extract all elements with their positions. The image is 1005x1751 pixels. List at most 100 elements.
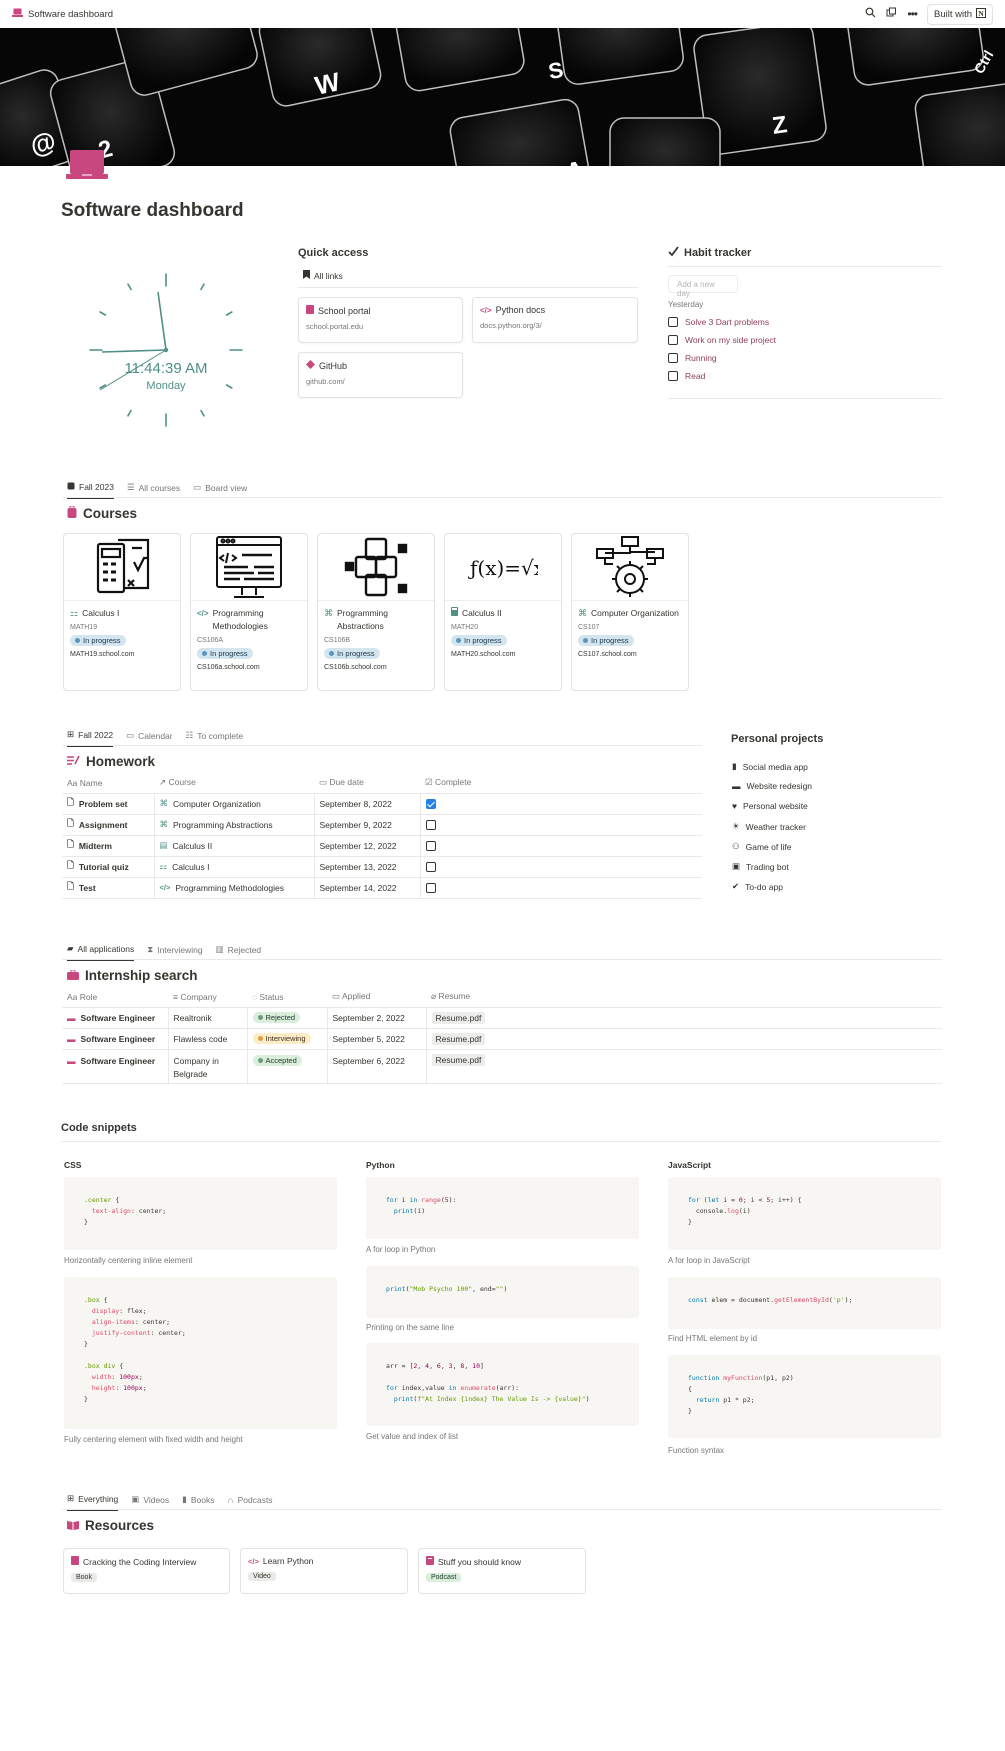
page-title[interactable]: Software dashboard [61,200,244,222]
tab-to-complete[interactable]: ☷ To complete [186,730,243,746]
homework-title[interactable]: Homework [67,754,155,769]
internship-title[interactable]: Internship search [67,968,198,983]
code-block-python-print[interactable]: print("Mob Psycho 100", end="") [366,1266,639,1318]
project-item[interactable]: ▬ Website redesign [732,781,812,791]
personal-projects-heading: Personal projects [731,733,824,745]
page-laptop-icon[interactable] [66,150,108,180]
all-links-tab[interactable]: All links [303,270,343,281]
col-name[interactable]: Aa Name [62,773,154,794]
code-block-js-getelement[interactable]: const elem = document.getElementById('p'… [668,1277,941,1329]
project-item[interactable]: ▣ Trading bot [732,861,789,872]
code-block-js-for[interactable]: for (let i = 0; i < 5; i++) { console.lo… [668,1177,941,1250]
tab-all-courses[interactable]: ☰ All courses [127,482,180,498]
course-link[interactable]: MATH20.school.com [445,646,561,658]
table-row[interactable]: 🗋 Test </> Programming Methodologies Septemb… [62,877,702,899]
company: Company in Belgrade [168,1049,248,1084]
code-block-css-center[interactable]: .center { text-align: center; } [64,1177,337,1250]
tab-videos[interactable]: ▣ Videos [131,1494,169,1510]
col-company[interactable]: ≡ Company [168,987,247,1008]
project-item[interactable]: ☀ Weather tracker [732,821,806,832]
resume-file[interactable]: Resume.pdf [431,1032,486,1045]
table-row[interactable]: 🗋 Assignment ⌘ Programming Abstractions Sept… [62,814,702,836]
link-card-school-portal[interactable]: School portal school.portal.edu [298,297,463,343]
link-card-python-docs[interactable]: </> Python docs docs.python.org/3/ [472,297,638,343]
hw-name: Problem set [78,798,128,809]
course-link[interactable]: MATH19.school.com [64,646,180,658]
top-bar: Software dashboard ••• Built with N [0,0,1005,28]
briefcase-icon [67,968,79,983]
course-link[interactable]: CS106a.school.com [191,659,307,671]
col-resume[interactable]: ⌀ Resume [426,987,942,1008]
code-block-python-enumerate[interactable]: arr = [2, 4, 6, 3, 8, 10] for index,valu… [366,1343,639,1426]
tab-interviewing[interactable]: ⧗ Interviewing [147,944,202,960]
link-card-github[interactable]: GitHub github.com/ [298,352,463,398]
table-row[interactable]: ▬ Software Engineer Realtronik Rejected Sept… [62,1007,942,1029]
resources-title[interactable]: Resources [67,1518,154,1533]
complete-checkbox[interactable] [425,861,436,872]
habit-item[interactable]: Running [668,353,717,363]
habit-checkbox[interactable] [668,371,678,381]
complete-checkbox[interactable] [425,798,436,809]
duplicate-icon[interactable] [886,7,897,21]
course-card[interactable]: </> Programming Methodologies CS106A In p… [190,533,308,691]
habit-checkbox[interactable] [668,317,678,327]
resource-card[interactable]: Stuff you should know Podcast [418,1548,586,1594]
col-complete[interactable]: ☑ Complete [420,773,702,794]
course-link[interactable]: CS106b.school.com [318,659,434,671]
caption: Get value and index of list [366,1432,459,1441]
status-text: Accepted [265,1055,297,1065]
habit-checkbox[interactable] [668,335,678,345]
tab-books[interactable]: ▮ Books [182,1494,214,1510]
course-link[interactable]: CS107.school.com [572,646,688,658]
more-icon[interactable]: ••• [907,7,918,21]
complete-checkbox[interactable] [425,819,436,830]
table-row[interactable]: ▬ Software Engineer Flawless code Interview… [62,1028,942,1050]
resource-card[interactable]: </> Learn Python Video [240,1548,408,1594]
tab-podcasts[interactable]: ∩ Podcasts [227,1495,272,1510]
table-row[interactable]: 🗋 Midterm ▤ Calculus II September 12, 2022 [62,835,702,857]
col-applied[interactable]: ▭ Applied [327,987,426,1008]
habit-item[interactable]: Read [668,371,705,381]
table-row[interactable]: 🗋 Tutorial quiz ⚏ Calculus I September 13, 2… [62,856,702,878]
tab-calendar[interactable]: ▭ Calendar [126,730,173,746]
built-with-button[interactable]: Built with N [926,3,993,25]
complete-checkbox[interactable] [425,840,436,851]
table-row[interactable]: ▬ Software Engineer Company in Belgrade Acc… [62,1049,942,1084]
search-icon[interactable] [865,7,876,21]
course-card[interactable]: ⌘ Computer Organization CS107 In progress… [571,533,689,691]
tab-label: To complete [197,730,244,741]
table-row[interactable]: 🗋 Problem set ⌘ Computer Organization Septem… [62,793,702,815]
habit-checkbox[interactable] [668,353,678,363]
col-label: Due date [329,777,364,788]
project-item[interactable]: ♥ Personal website [732,801,808,811]
hw-name: Test [78,882,96,893]
tab-board-view[interactable]: ▭ Board view [193,482,247,498]
resume-file[interactable]: Resume.pdf [431,1011,486,1024]
col-course[interactable]: ↗ Course [154,773,314,794]
col-due-date[interactable]: ▭ Due date [314,773,420,794]
habit-item[interactable]: Solve 3 Dart problems [668,317,769,327]
course-card[interactable]: ⌘ Programming Abstractions CS106B In prog… [317,533,435,691]
courses-title[interactable]: Courses [67,505,137,521]
habit-item[interactable]: Work on my side project [668,335,776,345]
trash-icon: ▥ [215,944,224,954]
breadcrumb[interactable]: Software dashboard [12,8,113,20]
course-card[interactable]: ⚏ Calculus I MATH19 In progress MATH19.sc… [63,533,181,691]
project-item[interactable]: ⚇ Game of life [732,841,791,852]
resource-card[interactable]: Cracking the Coding Interview Book [63,1548,230,1594]
calendar-icon: ▭ [332,991,342,1002]
project-item[interactable]: ✔ To-do app [732,881,783,892]
link-label: Python docs [495,305,546,315]
add-day-input[interactable]: Add a new day [668,275,738,298]
col-label: Role [79,991,98,1002]
code-block-js-function[interactable]: function myFunction(p1, p2) { return p1 … [668,1355,941,1438]
resume-file[interactable]: Resume.pdf [431,1053,486,1066]
complete-checkbox[interactable] [425,882,436,893]
code-block-python-for[interactable]: for i in range(5): print(i) [366,1177,639,1239]
project-item[interactable]: ▮ Social media app [732,761,808,772]
tab-rejected[interactable]: ▥ Rejected [216,944,262,960]
course-card[interactable]: ƒ(x)=√xy² Calculus II MATH20 In progress… [444,533,562,691]
code-block-css-box[interactable]: .box { display: flex; align-items: cente… [64,1277,337,1429]
col-role[interactable]: Aa Role [62,987,168,1008]
col-status[interactable]: ◌ Status [247,987,327,1008]
